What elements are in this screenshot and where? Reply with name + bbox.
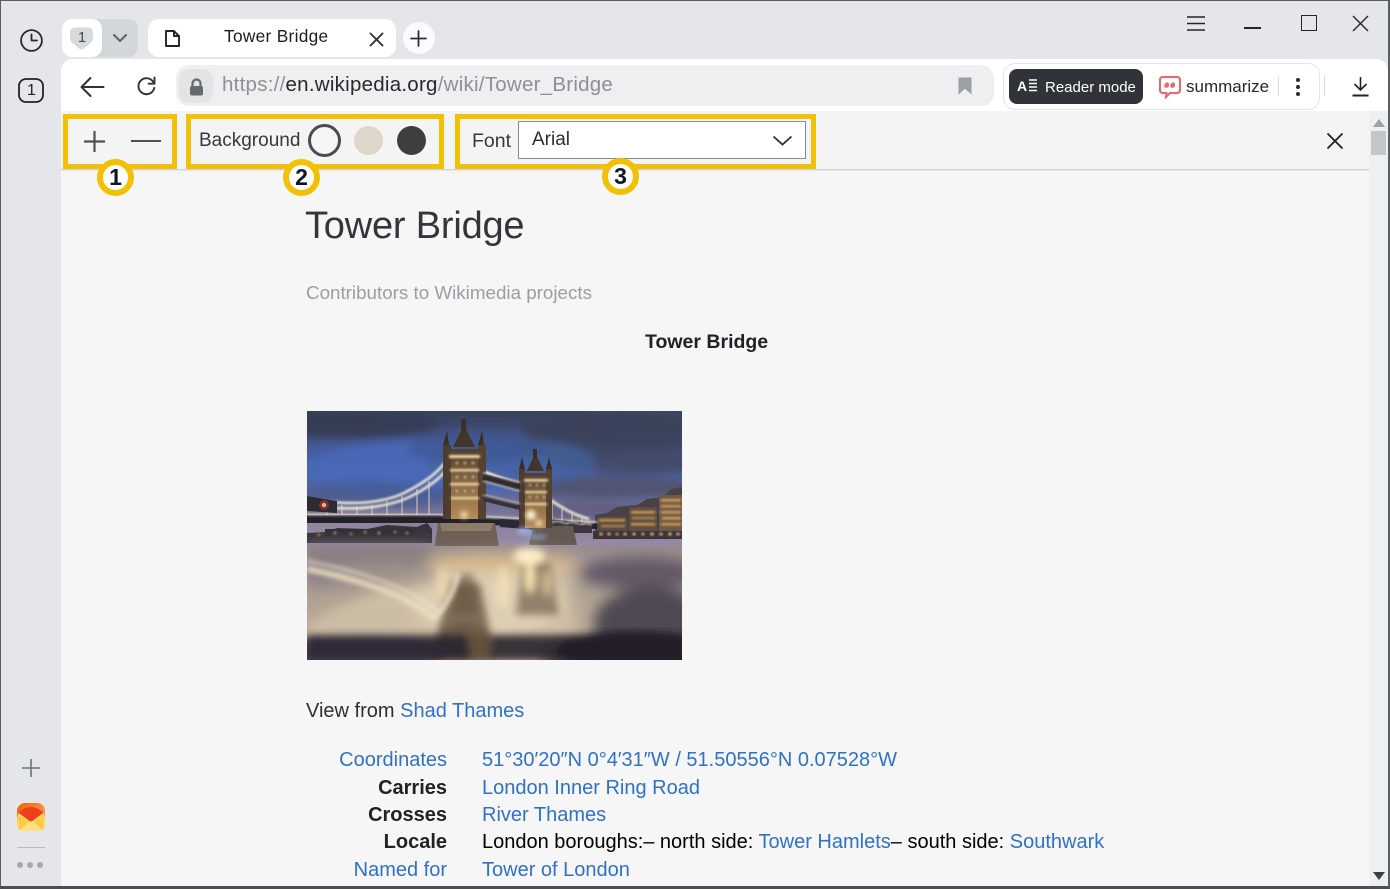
svg-text:A: A xyxy=(1017,78,1027,94)
